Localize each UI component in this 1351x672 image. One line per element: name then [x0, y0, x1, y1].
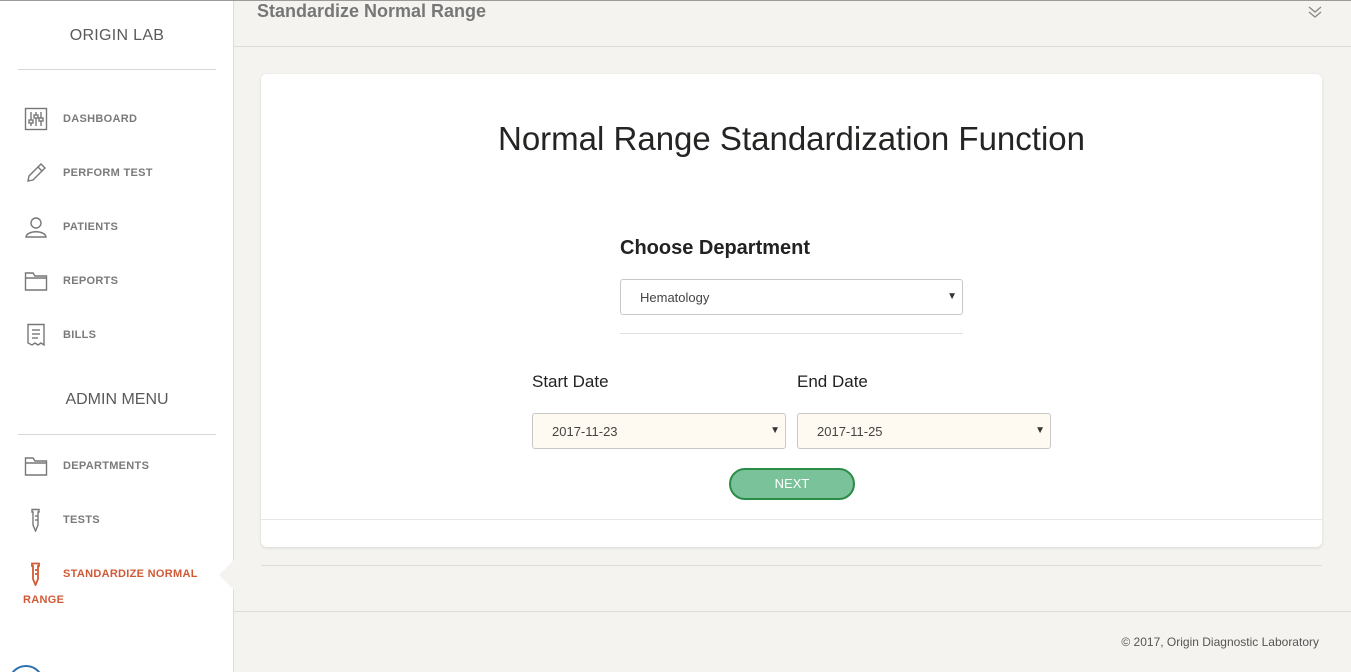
footer-divider: [234, 611, 1351, 612]
end-date-label: End Date: [797, 372, 868, 391]
sidebar-divider: [18, 434, 216, 435]
brand-logo-text: ORIGIN LAB: [69, 27, 165, 44]
sidebar-item-label: STANDARDIZE NORMAL: [63, 568, 198, 580]
card-footer-divider: [261, 519, 1322, 520]
main-card: Normal Range Standardization Function Ch…: [261, 74, 1322, 547]
folder-icon: [24, 454, 48, 478]
sidebar-item-tests[interactable]: TESTS: [0, 503, 234, 537]
department-heading: Choose Department: [620, 237, 811, 259]
sidebar-item-patients[interactable]: PATIENTS: [0, 210, 234, 244]
sidebar-item-label-continued: RANGE: [23, 594, 65, 606]
avatar[interactable]: [8, 665, 44, 672]
sidebar-item-label: REPORTS: [63, 275, 119, 287]
sliders-icon: [24, 107, 48, 131]
receipt-icon: [24, 323, 48, 347]
end-date-select[interactable]: 2017-11-25 ▼: [797, 413, 1051, 449]
department-select[interactable]: Hematology ▼: [620, 279, 963, 315]
pipette-icon: [24, 562, 48, 586]
sidebar-item-bills[interactable]: BILLS: [0, 318, 234, 352]
start-date-select[interactable]: 2017-11-23 ▼: [532, 413, 786, 449]
active-item-indicator: [219, 559, 235, 591]
folder-icon: [24, 269, 48, 293]
sidebar-divider: [18, 69, 216, 70]
sidebar-item-departments[interactable]: DEPARTMENTS: [0, 449, 234, 483]
sidebar-item-label: DEPARTMENTS: [63, 460, 150, 472]
chevron-double-down-icon[interactable]: [1307, 4, 1323, 20]
sidebar-item-reports[interactable]: REPORTS: [0, 264, 234, 298]
divider: [620, 333, 963, 334]
sidebar-item-label: BILLS: [63, 329, 97, 341]
copyright-text: © 2017, Origin Diagnostic Laboratory: [1121, 635, 1319, 649]
end-date-value: 2017-11-25: [817, 423, 883, 439]
page-title: Standardize Normal Range: [257, 1, 487, 21]
start-date-value: 2017-11-23: [552, 423, 618, 439]
sidebar-item-perform-test[interactable]: PERFORM TEST: [0, 156, 234, 190]
user-icon: [24, 215, 48, 239]
start-date-label: Start Date: [532, 372, 609, 391]
sidebar-item-label: PATIENTS: [63, 221, 119, 233]
sidebar-item-label: TESTS: [63, 514, 100, 526]
dropdown-arrow-icon: ▼: [1035, 425, 1045, 436]
divider: [261, 565, 1322, 566]
next-button[interactable]: NEXT: [729, 468, 855, 500]
pipette-icon: [24, 508, 48, 532]
sidebar-item-label: PERFORM TEST: [63, 167, 153, 179]
pen-icon: [24, 161, 48, 185]
admin-menu-title: ADMIN MENU: [65, 391, 169, 408]
sidebar-item-standardize-normal-range[interactable]: STANDARDIZE NORMAL: [0, 557, 234, 591]
sidebar-item-label: DASHBOARD: [63, 113, 138, 125]
card-title: Normal Range Standardization Function: [498, 120, 1085, 157]
sidebar: ORIGIN LAB DASHBOARD PERFORM TEST PATIEN…: [0, 1, 235, 672]
dropdown-arrow-icon: ▼: [947, 291, 957, 302]
top-navbar: Standardize Normal Range: [234, 1, 1351, 47]
sidebar-item-dashboard[interactable]: DASHBOARD: [0, 102, 234, 136]
dropdown-arrow-icon: ▼: [770, 425, 780, 436]
department-select-value: Hematology: [640, 289, 710, 305]
